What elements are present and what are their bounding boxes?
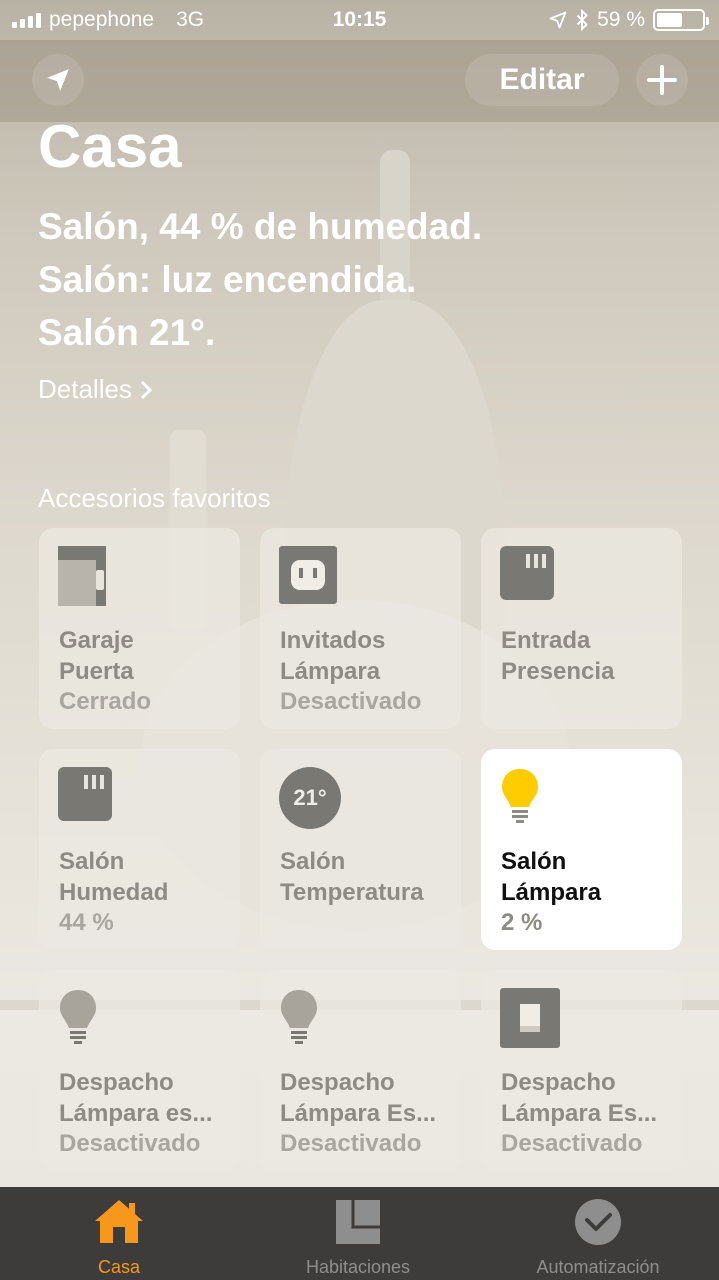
tab-rooms[interactable]: Habitaciones [278, 1187, 438, 1280]
details-link[interactable]: Detalles [38, 374, 152, 405]
accessory-tile-sensor[interactable]: Entrada Presencia [481, 528, 682, 729]
details-label: Detalles [38, 374, 132, 404]
summary-line: Salón, 44 % de humedad. [38, 206, 483, 247]
accessory-tile-outlet[interactable]: Invitados Lámpara Desactivado [260, 528, 461, 729]
accessory-state: 2 % [501, 909, 543, 936]
accessory-name: Temperatura [280, 879, 424, 906]
accessory-room: Salón [501, 848, 567, 875]
tab-label: Habitaciones [305, 1257, 411, 1277]
navigation-bar: Editar [0, 40, 719, 122]
sensor-icon [500, 546, 554, 600]
home-icon [95, 1200, 143, 1243]
status-bar: pepephone 3G 10:15 59 % [0, 0, 719, 40]
location-services-icon [549, 11, 567, 29]
accessory-state: Desactivado [501, 1130, 643, 1157]
accessory-tile-humidity-sensor[interactable]: Salón Humedad 44 % [39, 749, 240, 950]
accessory-name: Presencia [501, 658, 615, 685]
accessory-room: Entrada [501, 627, 591, 654]
summary-line: Salón 21°. [38, 312, 216, 353]
accessory-name: Lámpara [501, 879, 602, 906]
accessory-room: Invitados [280, 627, 386, 654]
accessory-tile-lamp-on[interactable]: Salón Lámpara 2 % [481, 749, 682, 950]
page-title: Casa [38, 113, 182, 180]
accessory-name: Lámpara Es... [501, 1100, 658, 1127]
accessory-name: Lámpara Es... [280, 1100, 437, 1127]
favorites-grid: Garaje Puerta Cerrado Invitados Lámpara … [39, 528, 682, 1171]
add-button[interactable] [636, 54, 688, 106]
accessory-room: Garaje [59, 627, 134, 654]
accessory-room: Salón [280, 848, 346, 875]
accessory-tile-garage-door[interactable]: Garaje Puerta Cerrado [39, 528, 240, 729]
summary-line: Salón: luz encendida. [38, 259, 417, 300]
accessory-state: Cerrado [59, 688, 152, 715]
accessory-tile-lamp-off[interactable]: Despacho Lámpara Es... Desactivado [260, 970, 461, 1171]
thermostat-icon: 21° [279, 767, 341, 829]
lightbulb-icon [60, 990, 96, 1044]
accessory-tile-switch[interactable]: Despacho Lámpara Es... Desactivado [481, 970, 682, 1171]
accessory-name: Lámpara es... [59, 1100, 213, 1127]
clock-icon [575, 1199, 621, 1245]
tab-label: Automatización [536, 1257, 660, 1277]
garage-door-icon [58, 546, 106, 606]
favorites-heading: Accesorios favoritos [38, 483, 271, 513]
accessory-room: Despacho [501, 1069, 616, 1096]
temperature-reading: 21° [293, 785, 327, 810]
battery-icon [653, 9, 709, 31]
chevron-right-icon [140, 380, 152, 399]
bluetooth-icon [576, 9, 589, 31]
outlet-icon [279, 546, 337, 604]
plus-icon [647, 65, 677, 95]
accessory-state: Desactivado [59, 1130, 201, 1157]
accessory-name: Lámpara [280, 658, 381, 685]
accessory-room: Despacho [280, 1069, 395, 1096]
tab-automation[interactable]: Automatización [508, 1187, 688, 1280]
tab-label: Casa [97, 1257, 141, 1277]
home-summary: Salón, 44 % de humedad. Salón: luz encen… [38, 200, 482, 359]
lightbulb-icon [502, 769, 538, 823]
switch-icon [500, 988, 560, 1048]
accessory-state: 44 % [59, 909, 114, 936]
sensor-icon [58, 767, 112, 821]
lightbulb-icon [281, 990, 317, 1044]
location-button[interactable] [32, 54, 84, 106]
battery-percent: 59 % [597, 8, 645, 31]
accessory-room: Salón [59, 848, 125, 875]
accessory-room: Despacho [59, 1069, 174, 1096]
edit-button[interactable]: Editar [465, 54, 619, 106]
rooms-icon [336, 1200, 380, 1244]
tab-home[interactable]: Casa [67, 1187, 171, 1280]
tab-bar: Casa Habitaciones Automatización [0, 1187, 719, 1280]
accessory-name: Humedad [59, 879, 169, 906]
accessory-state: Desactivado [280, 688, 422, 715]
accessory-tile-lamp-off[interactable]: Despacho Lámpara es... Desactivado [39, 970, 240, 1171]
accessory-name: Puerta [59, 658, 134, 685]
location-arrow-icon [47, 69, 69, 91]
accessory-state: Desactivado [280, 1130, 422, 1157]
accessory-tile-thermostat[interactable]: 21° Salón Temperatura [260, 749, 461, 950]
